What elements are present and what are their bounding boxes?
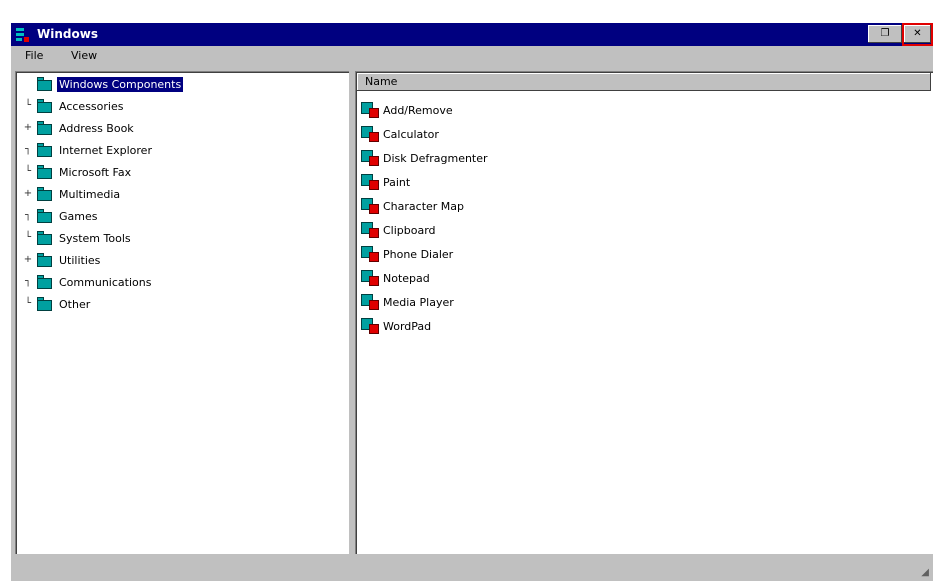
tree-expander[interactable]: └ (21, 232, 35, 244)
app-icon (15, 26, 32, 43)
menu-bar: File View (11, 46, 933, 66)
list-item-label: WordPad (383, 319, 432, 333)
component-icon (361, 174, 379, 190)
tree-expander[interactable] (21, 78, 35, 90)
tree-item-games[interactable]: ┐ Games (21, 205, 99, 227)
list-item[interactable]: WordPad (361, 315, 431, 337)
folder-icon (37, 165, 53, 179)
tree-expander[interactable]: ┐ (21, 144, 35, 156)
computer-icon (37, 77, 53, 91)
list-item[interactable]: Clipboard (361, 219, 436, 241)
tree-item-label: Other (59, 297, 91, 311)
column-header-label: Name (365, 75, 398, 88)
list-item[interactable]: Add/Remove (361, 99, 453, 121)
window-title: Windows (37, 27, 98, 41)
tree-item-label: Windows Components (57, 76, 184, 92)
folder-icon (37, 231, 53, 245)
list-item[interactable]: Media Player (361, 291, 454, 313)
tree-expander[interactable]: ┐ (21, 276, 35, 288)
component-icon (361, 150, 379, 166)
list-item-label: Character Map (383, 199, 465, 213)
list-item[interactable]: Disk Defragmenter (361, 147, 488, 169)
list-item-label: Paint (383, 175, 411, 189)
folder-icon (37, 253, 53, 267)
tree-item-other[interactable]: └ Other (21, 293, 92, 315)
list-item[interactable]: Character Map (361, 195, 464, 217)
component-icon (361, 270, 379, 286)
tree-item-label: Microsoft Fax (59, 165, 132, 179)
column-header-name[interactable]: Name (357, 73, 931, 91)
component-icon (361, 294, 379, 310)
list-item[interactable]: Phone Dialer (361, 243, 453, 265)
folder-icon (37, 99, 53, 113)
title-bar[interactable]: Windows ❐ ✕ (11, 23, 933, 46)
list-item-label: Add/Remove (383, 103, 453, 117)
folder-icon (37, 209, 53, 223)
annotation-marker-cap (927, 23, 933, 25)
tree-item-multimedia[interactable]: + Multimedia (21, 183, 122, 205)
tree-item-label: Utilities (59, 253, 101, 267)
tree-item-windows-components[interactable]: Windows Components (21, 73, 184, 95)
tree-item-label: System Tools (59, 231, 131, 245)
folder-icon (37, 275, 53, 289)
tree-item-accessories[interactable]: └ Accessories (21, 95, 125, 117)
tree-expander[interactable]: └ (21, 298, 35, 310)
tree-item-label: Games (59, 209, 98, 223)
tree-item-label: Address Book (59, 121, 134, 135)
restore-icon: ❐ (880, 28, 890, 39)
tree-expander[interactable]: └ (21, 100, 35, 112)
tree-expander[interactable]: └ (21, 166, 35, 178)
tree-item-label: Communications (59, 275, 152, 289)
close-button-highlight (902, 23, 933, 46)
tree-pane[interactable]: Windows Components └ Accessories + Addre… (15, 71, 349, 554)
menu-file[interactable]: File (25, 49, 43, 63)
resize-grip-icon[interactable]: ◢ (921, 568, 929, 578)
list-item-label: Clipboard (383, 223, 436, 237)
component-icon (361, 102, 379, 118)
list-item-label: Notepad (383, 271, 430, 285)
folder-icon (37, 121, 53, 135)
component-icon (361, 198, 379, 214)
tree-item-utilities[interactable]: + Utilities (21, 249, 102, 271)
menu-view[interactable]: View (71, 49, 97, 63)
list-pane[interactable]: Name Add/Remove Calculator Disk Defragme… (355, 71, 933, 554)
status-bar: ◢ (11, 559, 933, 581)
list-item-label: Disk Defragmenter (383, 151, 488, 165)
list-item[interactable]: Paint (361, 171, 410, 193)
list-item-label: Phone Dialer (383, 247, 454, 261)
restore-button[interactable]: ❐ (868, 25, 902, 43)
tree-expander[interactable]: + (21, 188, 35, 200)
component-icon (361, 126, 379, 142)
tree-expander[interactable]: + (21, 122, 35, 134)
tree-item-communications[interactable]: ┐ Communications (21, 271, 153, 293)
tree-item-label: Internet Explorer (59, 143, 152, 157)
folder-icon (37, 297, 53, 311)
tree-item-label: Multimedia (59, 187, 121, 201)
tree-item-address-book[interactable]: + Address Book (21, 117, 136, 139)
tree-item-label: Accessories (59, 99, 124, 113)
list-item[interactable]: Notepad (361, 267, 430, 289)
folder-icon (37, 143, 53, 157)
tree-expander[interactable]: + (21, 254, 35, 266)
tree-expander[interactable]: ┐ (21, 210, 35, 222)
component-icon (361, 318, 379, 334)
folder-icon (37, 187, 53, 201)
tree-item-internet-explorer[interactable]: ┐ Internet Explorer (21, 139, 154, 161)
list-item-label: Calculator (383, 127, 439, 141)
component-icon (361, 222, 379, 238)
tree-item-microsoft-fax[interactable]: └ Microsoft Fax (21, 161, 133, 183)
component-icon (361, 246, 379, 262)
app-window: Windows ❐ ✕ File View Windows Components… (11, 23, 933, 581)
tree-item-system-tools[interactable]: └ System Tools (21, 227, 133, 249)
list-item[interactable]: Calculator (361, 123, 439, 145)
list-item-label: Media Player (383, 295, 454, 309)
